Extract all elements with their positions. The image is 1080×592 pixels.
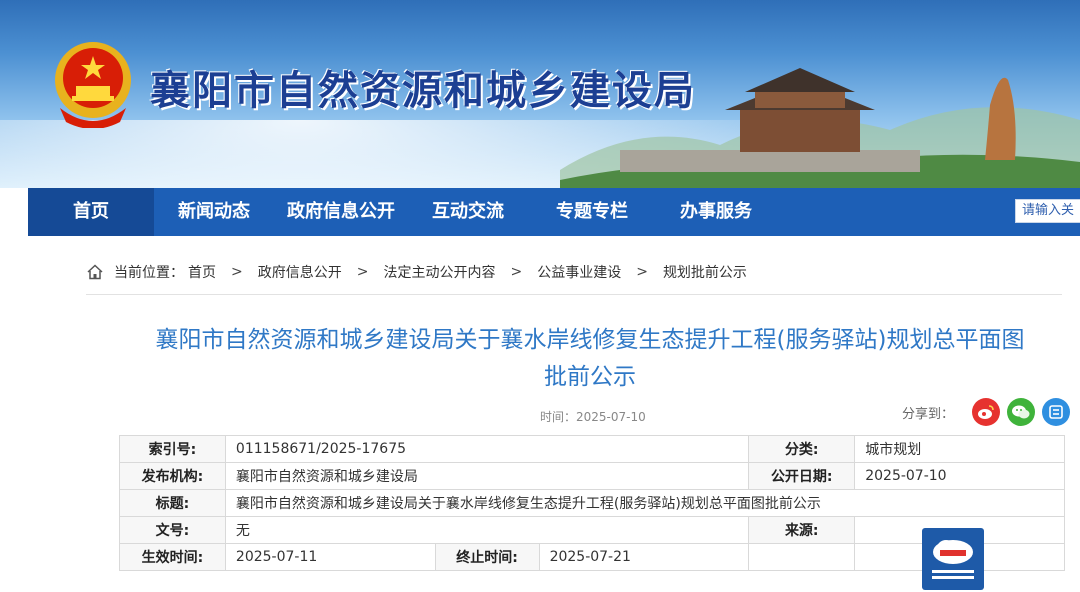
table-row: 发布机构: 襄阳市自然资源和城乡建设局 公开日期: 2025-07-10 — [119, 462, 1065, 490]
qzone-icon[interactable] — [1042, 398, 1071, 426]
article-title-line1: 襄阳市自然资源和城乡建设局关于襄水岸线修复生态提升工程(服务驿站)规划总平面图 — [155, 327, 1025, 353]
main-nav: 首页 新闻动态 政府信息公开 互动交流 专题专栏 办事服务 — [28, 188, 1080, 236]
docno-label: 文号: — [119, 516, 226, 544]
breadcrumb-item-legal-content[interactable]: 法定主动公开内容 — [383, 262, 495, 282]
home-icon — [87, 264, 103, 280]
effective-label: 生效时间: — [119, 543, 226, 571]
breadcrumb-separator: > — [356, 264, 369, 280]
table-row: 索引号: 011158671/2025-17675 分类: 城市规划 — [119, 435, 1065, 463]
breadcrumb-separator: > — [510, 264, 523, 280]
category-label: 分类: — [748, 435, 856, 463]
search-input[interactable]: 请输入关 — [1015, 199, 1080, 223]
publisher-value: 襄阳市自然资源和城乡建设局 — [224, 462, 750, 490]
national-emblem-icon — [55, 42, 131, 128]
weibo-icon[interactable] — [972, 398, 1001, 426]
breadcrumb-prefix: 当前位置： — [114, 265, 184, 281]
breadcrumb-item-home[interactable]: 首页 — [188, 262, 216, 282]
nav-item-interaction[interactable]: 互动交流 — [418, 188, 518, 236]
share-bar: 分享到： — [902, 398, 1077, 426]
article-title: 襄阳市自然资源和城乡建设局关于襄水岸线修复生态提升工程(服务驿站)规划总平面图 … — [100, 322, 1080, 396]
breadcrumb-item-public-welfare[interactable]: 公益事业建设 — [537, 262, 621, 282]
wechat-icon[interactable] — [1007, 398, 1036, 426]
watermark-logo — [922, 528, 984, 590]
breadcrumb-item-gov-info[interactable]: 政府信息公开 — [258, 262, 342, 282]
pubdate-value: 2025-07-10 — [854, 462, 1065, 490]
publisher-label: 发布机构: — [119, 462, 226, 490]
category-value: 城市规划 — [854, 435, 1065, 463]
nav-item-gov-info[interactable]: 政府信息公开 — [274, 188, 408, 236]
site-banner: 襄阳市自然资源和城乡建设局 — [0, 0, 1080, 188]
nav-item-topics[interactable]: 专题专栏 — [542, 188, 642, 236]
nav-item-services[interactable]: 办事服务 — [666, 188, 766, 236]
empty-cell — [748, 543, 856, 571]
nav-item-home[interactable]: 首页 — [28, 188, 154, 236]
subject-value: 襄阳市自然资源和城乡建设局关于襄水岸线修复生态提升工程(服务驿站)规划总平面图批… — [224, 489, 1066, 517]
subject-label: 标题: — [119, 489, 226, 517]
effective-value: 2025-07-11 — [224, 543, 436, 571]
end-label: 终止时间: — [434, 543, 540, 571]
index-value: 011158671/2025-17675 — [224, 435, 750, 463]
table-row: 标题: 襄阳市自然资源和城乡建设局关于襄水岸线修复生态提升工程(服务驿站)规划总… — [119, 489, 1066, 517]
index-label: 索引号: — [119, 435, 226, 463]
breadcrumb-separator: > — [636, 264, 648, 280]
breadcrumb: 当前位置： 首页 > 政府信息公开 > 法定主动公开内容 > 公益事业建设 > … — [86, 262, 747, 282]
breadcrumb-item-planning-notice[interactable]: 规划批前公示 — [663, 262, 747, 282]
publish-time: 时间：2025-07-10 — [540, 410, 646, 424]
docno-value: 无 — [224, 516, 750, 544]
pubdate-label: 公开日期: — [748, 462, 856, 490]
breadcrumb-divider — [86, 294, 1062, 295]
share-label: 分享到： — [902, 406, 955, 422]
source-label: 来源: — [748, 516, 856, 544]
banner-scenery — [560, 68, 1080, 188]
breadcrumb-separator: > — [231, 264, 243, 280]
end-value: 2025-07-21 — [538, 543, 750, 571]
nav-item-news[interactable]: 新闻动态 — [164, 188, 264, 236]
article-title-line2: 批前公示 — [544, 364, 636, 390]
